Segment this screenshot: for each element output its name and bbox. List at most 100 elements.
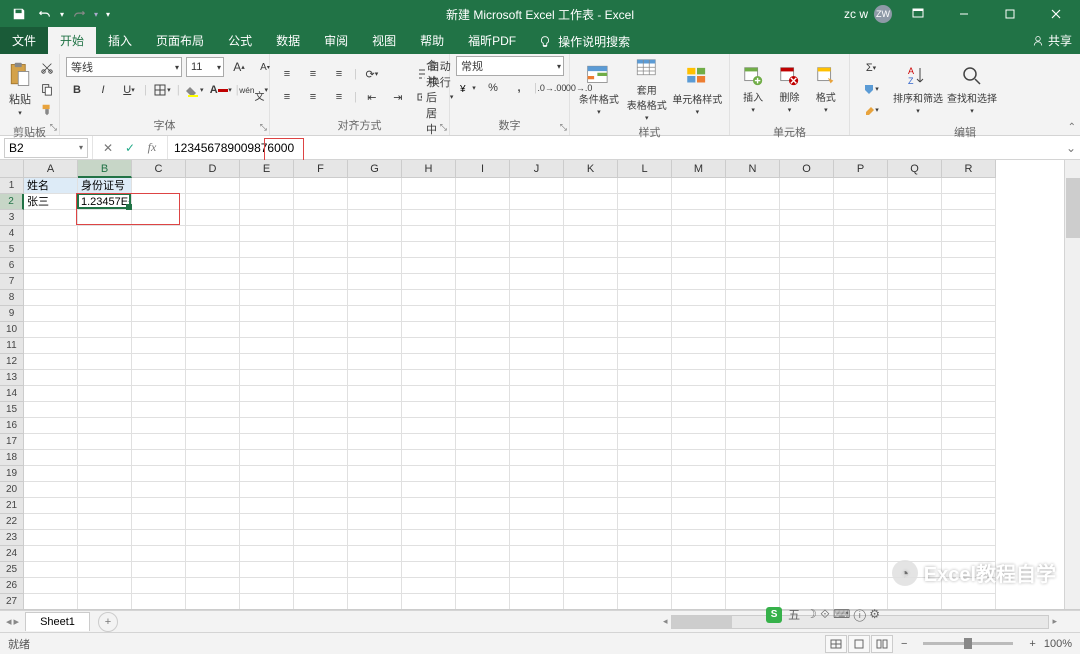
column-header-B[interactable]: B	[78, 160, 132, 178]
align-dialog-launcher[interactable]: ⤡	[440, 122, 447, 133]
column-header-L[interactable]: L	[618, 160, 672, 178]
tab-review[interactable]: 审阅	[312, 27, 360, 54]
cell-A2[interactable]: 张三	[24, 194, 78, 210]
row-header-27[interactable]: 27	[0, 594, 24, 610]
tab-home[interactable]: 开始	[48, 27, 96, 54]
tab-layout[interactable]: 页面布局	[144, 27, 216, 54]
paste-button[interactable]: 粘贴 ▾	[6, 56, 34, 122]
italic-button[interactable]: I	[92, 80, 114, 100]
column-header-A[interactable]: A	[24, 160, 78, 178]
expand-formula-bar-button[interactable]: ⌄	[1062, 141, 1080, 155]
row-header-25[interactable]: 25	[0, 562, 24, 578]
insert-cells-button[interactable]: 插入▾	[736, 56, 770, 122]
column-header-P[interactable]: P	[834, 160, 888, 178]
row-header-26[interactable]: 26	[0, 578, 24, 594]
user-name[interactable]: zc w	[844, 7, 868, 21]
find-select-button[interactable]: 查找和选择▾	[946, 56, 998, 122]
delete-cells-button[interactable]: 删除▾	[772, 56, 806, 122]
copy-button[interactable]	[36, 79, 58, 99]
tell-me-search[interactable]: 操作说明搜索	[528, 29, 640, 54]
column-header-O[interactable]: O	[780, 160, 834, 178]
orientation-button[interactable]: ⟳▾	[361, 64, 383, 84]
row-header-16[interactable]: 16	[0, 418, 24, 434]
column-header-Q[interactable]: Q	[888, 160, 942, 178]
add-sheet-button[interactable]: +	[98, 612, 118, 632]
page-break-view-button[interactable]	[871, 635, 893, 653]
row-header-6[interactable]: 6	[0, 258, 24, 274]
redo-button[interactable]	[68, 3, 90, 25]
row-header-2[interactable]: 2	[0, 194, 24, 210]
column-header-E[interactable]: E	[240, 160, 294, 178]
row-header-22[interactable]: 22	[0, 514, 24, 530]
ribbon-options-button[interactable]	[898, 0, 938, 28]
sheet-tab[interactable]: Sheet1	[25, 612, 90, 631]
row-header-12[interactable]: 12	[0, 354, 24, 370]
vertical-scrollbar[interactable]	[1064, 160, 1080, 609]
row-header-14[interactable]: 14	[0, 386, 24, 402]
row-header-17[interactable]: 17	[0, 434, 24, 450]
row-header-15[interactable]: 15	[0, 402, 24, 418]
percent-button[interactable]: %	[482, 78, 504, 98]
column-header-F[interactable]: F	[294, 160, 348, 178]
column-header-M[interactable]: M	[672, 160, 726, 178]
cancel-entry-button[interactable]: ✕	[99, 141, 117, 155]
zoom-out-button[interactable]: −	[901, 638, 907, 650]
bold-button[interactable]: B	[66, 80, 88, 100]
align-middle-button[interactable]: ≡	[302, 64, 324, 84]
format-painter-button[interactable]	[36, 100, 58, 120]
row-header-10[interactable]: 10	[0, 322, 24, 338]
row-header-8[interactable]: 8	[0, 290, 24, 306]
column-header-R[interactable]: R	[942, 160, 996, 178]
row-header-21[interactable]: 21	[0, 498, 24, 514]
tab-formulas[interactable]: 公式	[216, 27, 264, 54]
undo-button[interactable]	[34, 3, 56, 25]
tab-insert[interactable]: 插入	[96, 27, 144, 54]
formula-input[interactable]: 123456789009876000	[168, 141, 1062, 155]
cell-styles-button[interactable]: 单元格样式▾	[672, 56, 723, 122]
fill-button[interactable]: ▾	[856, 79, 886, 99]
column-header-N[interactable]: N	[726, 160, 780, 178]
decrease-indent-button[interactable]: ⇤	[361, 87, 383, 107]
phonetic-button[interactable]: wén文▾	[243, 80, 265, 100]
maximize-button[interactable]	[990, 0, 1030, 28]
column-header-G[interactable]: G	[348, 160, 402, 178]
row-header-5[interactable]: 5	[0, 242, 24, 258]
row-header-3[interactable]: 3	[0, 210, 24, 226]
column-header-H[interactable]: H	[402, 160, 456, 178]
align-top-button[interactable]: ≡	[276, 64, 298, 84]
zoom-in-button[interactable]: +	[1029, 638, 1035, 650]
underline-button[interactable]: U▾	[118, 80, 140, 100]
conditional-format-button[interactable]: 条件格式▾	[576, 56, 622, 122]
border-button[interactable]: ▾	[151, 80, 173, 100]
row-header-4[interactable]: 4	[0, 226, 24, 242]
sort-filter-button[interactable]: AZ 排序和筛选▾	[892, 56, 944, 122]
align-center-button[interactable]: ≡	[302, 87, 324, 107]
cut-button[interactable]	[36, 58, 58, 78]
increase-font-button[interactable]: A▴	[228, 57, 250, 77]
spreadsheet-grid[interactable]: ABCDEFGHIJKLMNOPQR 123456789101112131415…	[0, 160, 1080, 610]
confirm-entry-button[interactable]: ✓	[121, 141, 139, 155]
row-header-24[interactable]: 24	[0, 546, 24, 562]
font-name-combo[interactable]: 等线▾	[66, 57, 182, 77]
tab-file[interactable]: 文件	[0, 27, 48, 54]
font-dialog-launcher[interactable]: ⤡	[260, 122, 267, 133]
row-header-7[interactable]: 7	[0, 274, 24, 290]
autosum-button[interactable]: Σ▾	[856, 58, 886, 78]
close-button[interactable]	[1036, 0, 1076, 28]
insert-function-button[interactable]: fx	[143, 140, 161, 155]
tab-data[interactable]: 数据	[264, 27, 312, 54]
collapse-ribbon-button[interactable]: ⌃	[1068, 122, 1076, 133]
table-format-button[interactable]: 套用 表格格式▾	[624, 56, 670, 122]
accounting-format-button[interactable]: ¥▾	[456, 78, 478, 98]
save-button[interactable]	[8, 3, 30, 25]
clipboard-dialog-launcher[interactable]: ⤡	[50, 122, 57, 133]
number-format-combo[interactable]: 常规▾	[456, 56, 564, 76]
sheet-nav-next[interactable]: ▸	[14, 615, 20, 628]
cell-B1[interactable]: 身份证号	[78, 178, 132, 194]
row-header-1[interactable]: 1	[0, 178, 24, 194]
zoom-slider[interactable]	[923, 642, 1013, 645]
fill-color-button[interactable]: ▾	[184, 80, 206, 100]
row-header-23[interactable]: 23	[0, 530, 24, 546]
normal-view-button[interactable]	[825, 635, 847, 653]
column-header-I[interactable]: I	[456, 160, 510, 178]
